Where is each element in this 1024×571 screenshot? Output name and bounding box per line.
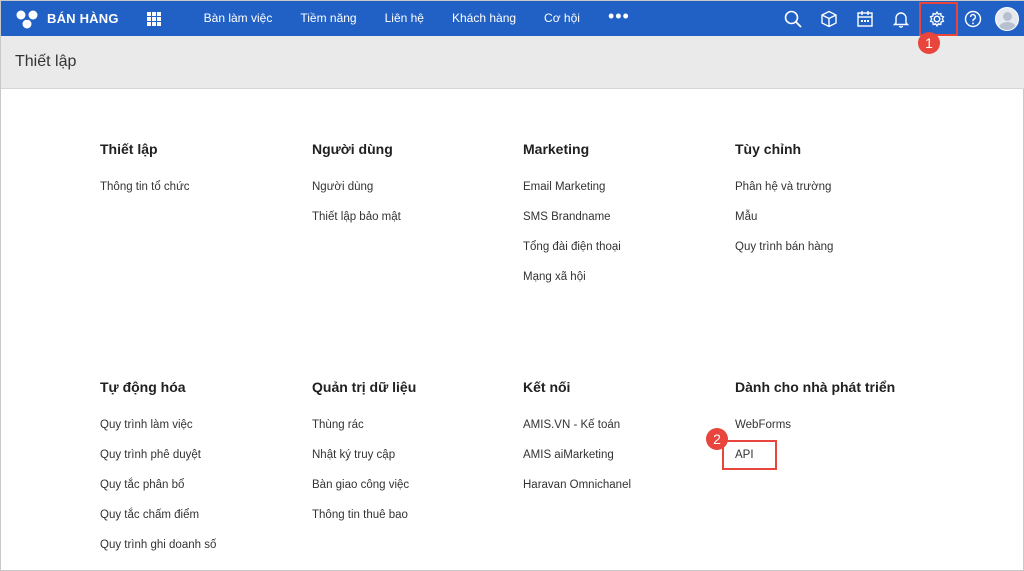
- step-badge-1: 1: [918, 32, 940, 54]
- box-icon[interactable]: [811, 1, 847, 36]
- link-sales-process[interactable]: Quy trình bán hàng: [735, 241, 833, 253]
- section-developers: Dành cho nhà phát triển: [735, 379, 895, 395]
- section-data-management: Quản trị dữ liệu: [312, 379, 416, 395]
- link-amis-aimarketing[interactable]: AMIS aiMarketing: [523, 449, 614, 461]
- app-name: BÁN HÀNG: [47, 11, 119, 26]
- search-icon[interactable]: [775, 1, 811, 36]
- more-menu-icon[interactable]: •••: [594, 1, 644, 36]
- gear-highlight-box: [919, 2, 958, 36]
- top-navigation-bar: BÁN HÀNG Bàn làm việc Tiềm năng Liên hệ …: [1, 1, 1024, 36]
- section-title: Tùy chỉnh: [735, 141, 802, 157]
- link-templates[interactable]: Mẫu: [735, 211, 757, 223]
- user-avatar[interactable]: [995, 6, 1019, 31]
- section-integrations: Kết nối: [523, 379, 570, 395]
- link-email-marketing[interactable]: Email Marketing: [523, 181, 605, 193]
- link-security-settings[interactable]: Thiết lập bảo mật: [312, 211, 401, 223]
- link-haravan-omnichannel[interactable]: Haravan Omnichanel: [523, 479, 631, 491]
- link-access-log[interactable]: Nhật ký truy cập: [312, 449, 395, 461]
- api-highlight-box: [722, 440, 777, 470]
- section-settings: Thiết lập: [100, 141, 158, 157]
- help-icon[interactable]: [955, 1, 991, 36]
- section-automation: Tự động hóa: [100, 379, 186, 395]
- section-title: Kết nối: [523, 379, 571, 395]
- nav-item-workspace[interactable]: Bàn làm việc: [190, 1, 287, 36]
- main-nav: Bàn làm việc Tiềm năng Liên hệ Khách hàn…: [190, 1, 644, 36]
- link-organization-info[interactable]: Thông tin tổ chức: [100, 181, 190, 193]
- link-users[interactable]: Người dùng: [312, 181, 373, 193]
- step-badge-2: 2: [706, 428, 728, 450]
- link-webforms[interactable]: WebForms: [735, 419, 791, 431]
- link-modules-fields[interactable]: Phân hệ và trường: [735, 181, 831, 193]
- section-users: Người dùng: [312, 141, 393, 157]
- section-title: Quản trị dữ liệu: [312, 379, 417, 395]
- page-header: Thiết lập: [1, 36, 1024, 89]
- nav-item-customers[interactable]: Khách hàng: [438, 1, 530, 36]
- link-subscription-info[interactable]: Thông tin thuê bao: [312, 509, 408, 521]
- logo-icon: [16, 10, 38, 28]
- calendar-icon[interactable]: [847, 1, 883, 36]
- nav-item-leads[interactable]: Tiềm năng: [286, 1, 370, 36]
- section-title: Marketing: [523, 141, 590, 157]
- section-title: Dành cho nhà phát triển: [735, 379, 896, 395]
- section-title: Người dùng: [312, 141, 393, 157]
- app-logo[interactable]: BÁN HÀNG: [15, 9, 119, 29]
- bell-icon[interactable]: [883, 1, 919, 36]
- section-marketing: Marketing: [523, 141, 589, 157]
- section-customization: Tùy chỉnh: [735, 141, 801, 157]
- link-sms-brandname[interactable]: SMS Brandname: [523, 211, 611, 223]
- link-recycle-bin[interactable]: Thùng rác: [312, 419, 364, 431]
- link-amis-accounting[interactable]: AMIS.VN - Kế toán: [523, 419, 620, 431]
- nav-item-opportunities[interactable]: Cơ hội: [530, 1, 594, 36]
- section-title: Thiết lập: [100, 141, 158, 157]
- page-title: Thiết lập: [15, 53, 77, 70]
- link-task-handover[interactable]: Bàn giao công việc: [312, 479, 409, 491]
- section-title: Tự động hóa: [100, 379, 186, 395]
- link-workflow[interactable]: Quy trình làm việc: [100, 419, 193, 431]
- link-social-network[interactable]: Mạng xã hội: [523, 271, 586, 283]
- link-assignment-rules[interactable]: Quy tắc phân bổ: [100, 479, 184, 491]
- link-call-center[interactable]: Tổng đài điện thoại: [523, 241, 621, 253]
- nav-item-contacts[interactable]: Liên hệ: [371, 1, 438, 36]
- toolbar-icons: [775, 1, 1024, 36]
- link-revenue-recording[interactable]: Quy trình ghi doanh số: [100, 539, 216, 551]
- app-launcher-icon[interactable]: [146, 11, 161, 26]
- link-scoring-rules[interactable]: Quy tắc chấm điểm: [100, 509, 199, 521]
- link-approval-process[interactable]: Quy trình phê duyệt: [100, 449, 201, 461]
